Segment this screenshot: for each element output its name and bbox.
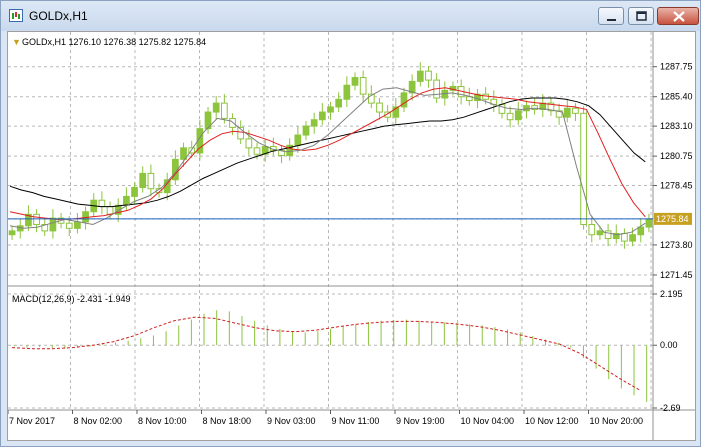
candle [310, 119, 318, 127]
header-arrow-icon: ▼ [12, 37, 21, 47]
candle [98, 199, 106, 208]
minimize-button[interactable] [598, 7, 624, 25]
candle [106, 206, 114, 215]
minimize-icon [607, 19, 616, 21]
price-axis: 1287.75 1285.40 1283.10 1280.75 1278.45 1273.… [653, 62, 693, 413]
close-button[interactable] [657, 7, 699, 25]
chart-grid [8, 32, 653, 410]
candle [318, 111, 326, 121]
candle [588, 224, 596, 236]
price-tick-label: 1280.75 [660, 151, 693, 161]
macd-group [11, 310, 648, 402]
candle [604, 230, 612, 240]
candle [294, 134, 302, 146]
candle [514, 110, 522, 121]
candle [131, 186, 138, 197]
chart-area[interactable]: 1287.75 1285.40 1283.10 1280.75 1278.45 1273.… [7, 31, 696, 441]
close-icon [673, 11, 685, 22]
time-axis: 7 Nov 2017 8 Nov 02:00 8 Nov 10:00 8 Nov 18… [7, 410, 644, 426]
time-tick-label: 7 Nov 2017 [9, 416, 55, 426]
candles-group [8, 62, 653, 249]
chart-header: GOLDx,H1 1276.10 1276.38 1275.82 1275.84 [22, 37, 206, 47]
time-tick-label: 8 Nov 18:00 [203, 416, 252, 426]
candle [123, 195, 130, 206]
candle [74, 221, 81, 229]
macd-label: MACD(12,26,9) -2.431 -1.949 [12, 294, 131, 304]
candle [563, 107, 571, 118]
chart-app-icon [9, 9, 23, 22]
candle [335, 98, 343, 108]
restore-button[interactable] [628, 7, 654, 25]
price-tick-label: 1273.80 [660, 240, 693, 250]
price-tag-label: 1275.84 [656, 214, 689, 224]
candle [425, 70, 432, 81]
candle [147, 172, 155, 190]
candle [8, 230, 16, 236]
candle [65, 222, 73, 229]
macd-signal-line [11, 316, 642, 392]
candle [416, 70, 424, 82]
ma-slow-line [9, 97, 646, 208]
time-tick-label: 10 Nov 12:00 [525, 416, 579, 426]
candle [531, 105, 538, 110]
time-tick-label: 8 Nov 10:00 [138, 416, 187, 426]
candle [302, 125, 310, 136]
macd-tick-label: 2.195 [660, 289, 683, 299]
candle [359, 77, 367, 95]
candle [621, 232, 628, 242]
price-tick-label: 1285.40 [660, 92, 693, 102]
macd-tick-label: 0.00 [660, 340, 678, 350]
candle [221, 102, 228, 119]
title-bar[interactable]: GOLDx,H1 [1, 1, 700, 31]
chart-window: GOLDx,H1 1287.75 1285.40 1283.10 1280.75… [0, 0, 701, 447]
candle [139, 172, 147, 188]
price-tick-label: 1283.10 [660, 121, 693, 131]
price-tick-label: 1271.45 [660, 270, 693, 280]
time-tick-label: 10 Nov 04:00 [461, 416, 515, 426]
candle [645, 218, 653, 228]
time-tick-label: 10 Nov 20:00 [590, 416, 644, 426]
price-tick-label: 1278.45 [660, 181, 693, 191]
window-title: GOLDx,H1 [29, 9, 88, 23]
candle [523, 105, 530, 112]
restore-icon [636, 11, 647, 21]
candle [637, 226, 645, 236]
candle [253, 147, 261, 155]
candle [580, 112, 587, 225]
candle [327, 106, 334, 113]
time-tick-label: 9 Nov 11:00 [332, 416, 380, 426]
time-tick-label: 9 Nov 03:00 [267, 416, 316, 426]
price-tick-label: 1287.75 [660, 62, 693, 72]
candle [351, 77, 359, 86]
candle [506, 112, 514, 121]
candle [245, 138, 253, 149]
macd-tick-label: -2.69 [660, 403, 681, 413]
price-chart[interactable]: 1287.75 1285.40 1283.10 1280.75 1278.45 1273.… [7, 32, 695, 440]
time-tick-label: 9 Nov 19:00 [396, 416, 445, 426]
candle [482, 93, 489, 100]
candle [572, 107, 579, 114]
candle [376, 102, 383, 113]
time-tick-label: 8 Nov 02:00 [74, 416, 123, 426]
candle [212, 102, 220, 113]
candle [596, 230, 604, 236]
candle [629, 234, 636, 242]
candle [343, 84, 351, 100]
candle [33, 213, 40, 225]
candle [49, 217, 57, 232]
